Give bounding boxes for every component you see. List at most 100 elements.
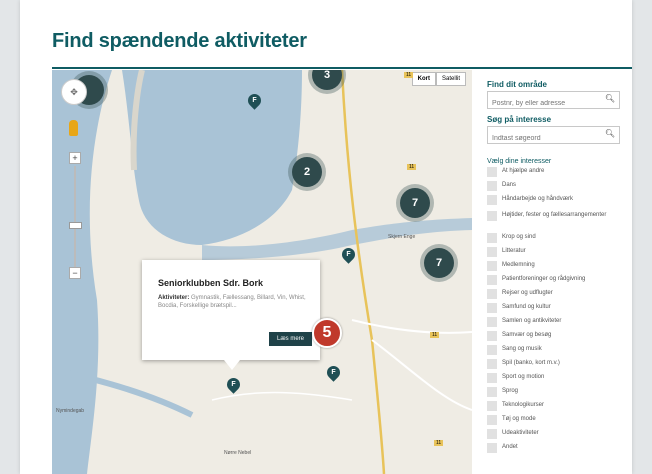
interest-item[interactable]: Samvær og besøg (487, 331, 632, 341)
map-type-satellit[interactable]: Satellit (435, 72, 466, 86)
popup-description: Aktiviteter: Gymnastik, Fællessang, Bill… (158, 295, 306, 309)
interest-label: Andet (502, 444, 518, 450)
read-more-button[interactable]: Læs mere (268, 332, 312, 346)
interest-checkbox[interactable] (487, 331, 497, 341)
interest-item[interactable]: Sport og motion (487, 373, 632, 383)
pan-control[interactable]: ✥ (61, 79, 87, 105)
interest-checkbox[interactable] (487, 317, 497, 327)
area-heading: Find dit område (487, 80, 547, 89)
interest-item[interactable]: Samlen og antikviteter (487, 317, 632, 327)
place-label: Nørre Nebel (224, 450, 252, 456)
interest-checkbox[interactable] (487, 303, 497, 313)
interest-item[interactable]: Håndarbejde og håndværk (487, 195, 632, 205)
interest-label: Patientforeninger og rådgivning (502, 276, 586, 282)
interest-checkbox[interactable] (487, 373, 497, 383)
area-search-box: 🔍︎ (487, 91, 620, 111)
interest-label: At hjælpe andre (502, 168, 545, 174)
cluster-marker[interactable]: 7 (400, 188, 430, 218)
interest-label: Sang og musik (502, 346, 542, 352)
interest-checkbox[interactable] (487, 387, 497, 397)
interest-checkbox[interactable] (487, 275, 497, 285)
interest-label: Spil (banko, kort m.v.) (502, 360, 560, 366)
interest-item[interactable]: Sang og musik (487, 345, 632, 355)
search-icon[interactable]: 🔍︎ (605, 94, 615, 103)
interest-item[interactable]: Spil (banko, kort m.v.) (487, 359, 632, 369)
interest-item[interactable]: Litteratur (487, 247, 632, 257)
zoom-in-button[interactable]: + (69, 152, 81, 164)
search-icon[interactable]: 🔍︎ (605, 129, 615, 138)
interest-label: Sport og motion (502, 374, 545, 380)
road-number: 11 (407, 164, 417, 170)
interest-search-input[interactable] (488, 131, 602, 146)
map-type-kort[interactable]: Kort (411, 72, 436, 86)
interest-label: Højtider, fester og fællesarrangementer (502, 212, 607, 218)
interest-label: Rejser og udflugter (502, 290, 553, 296)
interest-search-box: 🔍︎ (487, 126, 620, 146)
interest-item[interactable]: Andet (487, 443, 632, 453)
interest-label: Tøj og mode (502, 416, 536, 422)
map-pin-icon[interactable]: F (245, 91, 264, 110)
road-number: 11 (430, 332, 440, 338)
interest-item[interactable]: Teknologikurser (487, 401, 632, 411)
interest-item[interactable]: Udeaktiviteter (487, 429, 632, 439)
interest-label: Dans (502, 182, 517, 188)
interest-label: Medlemning (502, 262, 535, 268)
interest-checkbox[interactable] (487, 167, 497, 177)
interest-label: Udeaktiviteter (502, 430, 539, 436)
interest-checkbox[interactable] (487, 247, 497, 257)
zoom-slider-handle[interactable] (69, 222, 82, 229)
road-number: 11 (434, 440, 444, 446)
page-title: Find spændende aktiviteter (52, 30, 307, 52)
interest-checkbox[interactable] (487, 195, 497, 205)
page-card: Find spændende aktiviteter Kort Satellit… (20, 0, 632, 474)
road-number: 11 (404, 72, 414, 78)
interest-label: Samfund og kultur (502, 304, 551, 310)
interest-label: Krop og sind (502, 234, 536, 240)
zoom-out-button[interactable]: − (69, 267, 81, 279)
choose-interests-heading: Vælg dine interesser (487, 158, 552, 165)
interest-item[interactable]: Patientforeninger og rådgivning (487, 275, 632, 285)
interest-heading: Søg på interesse (487, 115, 552, 124)
callout-number-badge: 5 (312, 318, 342, 348)
filter-sidebar: Find dit område 🔍︎ Søg på interesse 🔍︎ V… (482, 80, 632, 453)
interest-checkbox[interactable] (487, 401, 497, 411)
interest-item[interactable]: Medlemning (487, 261, 632, 271)
interest-item[interactable]: Samfund og kultur (487, 303, 632, 313)
interest-checkbox[interactable] (487, 211, 497, 221)
interest-checkbox[interactable] (487, 289, 497, 299)
zoom-slider-track[interactable] (74, 166, 76, 274)
interest-checkbox[interactable] (487, 181, 497, 191)
interest-checkbox[interactable] (487, 359, 497, 369)
interest-checkbox[interactable] (487, 429, 497, 439)
interest-checkbox[interactable] (487, 233, 497, 243)
popup-title: Seniorklubben Sdr. Bork (158, 278, 264, 288)
cluster-marker[interactable]: 2 (292, 157, 322, 187)
interest-item[interactable]: Rejser og udflugter (487, 289, 632, 299)
map-pin-icon[interactable]: F (324, 363, 343, 382)
interest-item[interactable]: Dans (487, 181, 632, 191)
interest-checkbox[interactable] (487, 443, 497, 453)
info-popup: Seniorklubben Sdr. Bork Aktiviteter: Gym… (142, 260, 320, 370)
interest-label: Sprog (502, 388, 519, 394)
interest-label: Samlen og antikviteter (502, 318, 562, 324)
interest-item[interactable]: Sprog (487, 387, 632, 397)
interest-checkbox[interactable] (487, 415, 497, 425)
area-search-input[interactable] (488, 96, 602, 111)
interest-label: Teknologikurser (502, 402, 545, 408)
interest-checkbox[interactable] (487, 261, 497, 271)
interest-label: Litteratur (502, 248, 526, 254)
map-area[interactable]: Kort Satellit 3 2 7 7 ✥ + − F F F F Skje… (52, 70, 472, 474)
interest-item[interactable]: Tøj og mode (487, 415, 632, 425)
cluster-marker[interactable]: 7 (424, 248, 454, 278)
interest-item[interactable]: At hjælpe andre (487, 167, 632, 177)
interest-label: Håndarbejde og håndværk (502, 196, 574, 202)
map-pin-icon[interactable]: F (339, 245, 358, 264)
map-pin-icon[interactable]: F (224, 375, 243, 394)
map-type-switch: Kort Satellit (411, 72, 466, 86)
interest-checkbox[interactable] (487, 345, 497, 355)
street-view-pegman-icon[interactable] (69, 120, 78, 136)
interest-label: Samvær og besøg (502, 332, 552, 338)
place-label: Nymindegab (56, 408, 85, 414)
interest-item[interactable]: Krop og sind (487, 233, 632, 243)
interest-item[interactable]: Højtider, fester og fællesarrangementer (487, 211, 632, 221)
